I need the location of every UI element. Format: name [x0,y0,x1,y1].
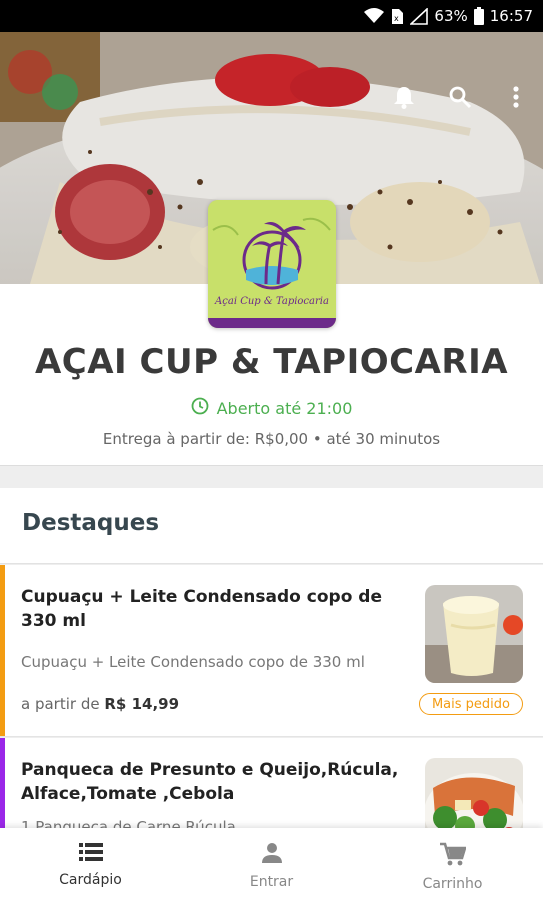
person-icon [261,842,283,868]
cart-icon [439,842,467,870]
nav-menu-label: Cardápio [59,872,122,888]
most-ordered-badge: Mais pedido [418,693,523,715]
bell-icon[interactable] [391,84,417,110]
product-price-row: a partir de R$ 14,99 [21,695,179,713]
product-description: Cupuaçu + Leite Condensado copo de 330 m… [21,653,365,671]
highlights-header: Destaques [0,488,543,564]
battery-percent: 63% [434,7,468,25]
clock-icon [191,397,209,419]
product-name: Panqueca de Presunto e Queijo,Rúcula, Al… [21,760,399,804]
sim-icon: x [390,8,404,25]
status-bar: x 63% 16:57 [0,0,543,32]
nav-cart[interactable]: Carrinho [362,828,543,900]
product-accent-bar [0,565,5,736]
price-prefix: a partir de [21,695,100,713]
open-status: Aberto até 21:00 [0,397,543,419]
nav-login[interactable]: Entrar [181,828,362,900]
delivery-info: Entrega à partir de: R$0,00 • até 30 min… [102,430,441,448]
store-name: AÇAI CUP & TAPIOCARIA [34,342,509,382]
section-title: Destaques [22,510,160,536]
nav-menu[interactable]: Cardápio [0,828,181,900]
clock: 16:57 [489,7,533,25]
more-vert-icon[interactable] [503,84,529,110]
logo-text: Açai Cup & Tapiocaria [214,296,329,307]
search-icon[interactable] [447,84,473,110]
product-price: R$ 14,99 [104,695,180,713]
menu-list-icon [78,842,103,866]
product-name: Cupuaçu + Leite Condensado copo de 330 m… [21,587,382,631]
store-logo: Açai Cup & Tapiocaria [208,200,336,328]
svg-text:x: x [394,14,399,23]
battery-icon [473,7,484,25]
palm-tree-logo: Açai Cup & Tapiocaria [208,200,336,328]
bottom-navigation: Cardápio Entrar Carrinho [0,828,543,900]
product-image [425,585,523,683]
product-card[interactable]: Cupuaçu + Leite Condensado copo de 330 m… [0,565,543,737]
signal-icon [410,7,429,25]
nav-cart-label: Carrinho [422,876,483,892]
open-status-text: Aberto até 21:00 [216,398,353,418]
wifi-icon [364,8,385,24]
nav-login-label: Entrar [249,874,294,890]
